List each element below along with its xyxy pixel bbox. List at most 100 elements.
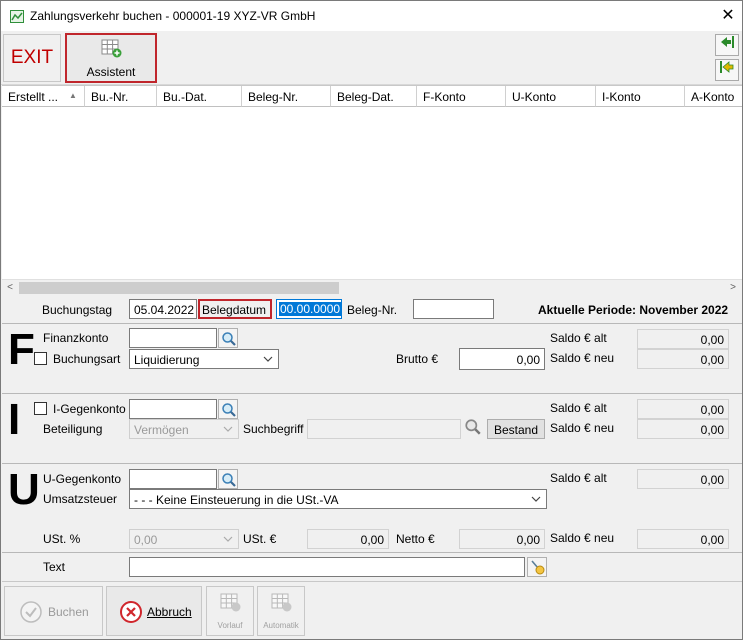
- column-header-bu-dat[interactable]: Bu.-Dat.: [157, 86, 242, 107]
- belegnr-field[interactable]: [413, 299, 494, 319]
- arrow-left-bar-icon: [719, 61, 735, 78]
- ust-pct-select: 0,00: [129, 529, 239, 549]
- arrow-left-bar-icon: [719, 36, 735, 53]
- i-gegenkonto-label: I-Gegenkonto: [53, 402, 126, 416]
- scroll-thumb[interactable]: [19, 282, 339, 294]
- column-header-i-konto[interactable]: I-Konto: [596, 86, 685, 107]
- buchungsart-checkbox[interactable]: [34, 352, 47, 365]
- buchungsart-label: Buchungsart: [53, 352, 121, 366]
- u-saldo-alt-field: 0,00: [637, 469, 729, 489]
- i-saldo-alt-label: Saldo € alt: [550, 401, 607, 415]
- magnifier-icon: [222, 332, 236, 346]
- abbruch-label: Abbruch: [147, 605, 192, 619]
- buchungstag-label: Buchungstag: [42, 303, 113, 317]
- separator: [2, 393, 742, 394]
- bottom-bar: Buchen Abbruch Vorlauf Automatik: [2, 581, 742, 639]
- beteiligung-select: Vermögen: [129, 419, 239, 439]
- ust-eur-field: 0,00: [307, 529, 389, 549]
- scroll-left-icon[interactable]: <: [3, 281, 17, 295]
- section-u-letter: U: [8, 465, 40, 514]
- separator: [2, 463, 742, 464]
- u-saldo-neu-label: Saldo € neu: [550, 531, 615, 545]
- column-header-f-konto[interactable]: F-Konto: [417, 86, 506, 107]
- lookup-icon: [531, 560, 545, 575]
- grid-plus-icon: [271, 593, 292, 612]
- column-header-erstellt[interactable]: Erstellt ... ▲: [2, 86, 85, 107]
- bestand-button[interactable]: Bestand: [487, 419, 545, 439]
- close-icon[interactable]: ✕: [719, 7, 737, 25]
- abbruch-button[interactable]: Abbruch: [106, 586, 202, 636]
- finanzkonto-search-button[interactable]: [218, 328, 238, 348]
- ust-eur-label: USt. €: [243, 532, 277, 546]
- horizontal-scrollbar[interactable]: < >: [2, 279, 742, 296]
- u-saldo-neu-field: 0,00: [637, 529, 729, 549]
- period-text: Aktuelle Periode: November 2022: [538, 303, 729, 317]
- chevron-down-icon: [223, 426, 233, 432]
- title-bar: Zahlungsverkehr buchen - 000001-19 XYZ-V…: [1, 1, 742, 31]
- toolbar: EXIT Assistent: [1, 31, 742, 85]
- f-saldo-neu-label: Saldo € neu: [550, 351, 615, 365]
- sort-asc-icon: ▲: [69, 91, 77, 100]
- i-gegenkonto-field[interactable]: [129, 399, 217, 419]
- chevron-down-icon: [263, 356, 273, 362]
- brutto-label: Brutto €: [396, 352, 439, 366]
- u-gegenkonto-search-button[interactable]: [218, 469, 238, 489]
- vorlauf-label: Vorlauf: [217, 621, 243, 630]
- suchbegriff-field: [307, 419, 461, 439]
- automatik-button: Automatik: [257, 586, 305, 636]
- column-header-beleg-dat[interactable]: Beleg-Dat.: [331, 86, 417, 107]
- column-header-bu-nr[interactable]: Bu.-Nr.: [85, 86, 157, 107]
- bookings-grid[interactable]: Erstellt ... ▲ Bu.-Nr. Bu.-Dat. Beleg-Nr…: [2, 85, 742, 279]
- buchungsart-select[interactable]: Liquidierung: [129, 349, 279, 369]
- finanzkonto-label: Finanzkonto: [43, 331, 109, 345]
- ust-pct-label: USt. %: [43, 532, 81, 546]
- separator: [2, 552, 742, 553]
- f-saldo-alt-field: 0,00: [637, 329, 729, 349]
- column-header-u-konto[interactable]: U-Konto: [506, 86, 596, 107]
- suchbegriff-search-button[interactable]: [464, 418, 484, 438]
- belegdatum-value: 00.00.0000: [279, 302, 342, 316]
- f-saldo-alt-label: Saldo € alt: [550, 331, 607, 345]
- main-window: Zahlungsverkehr buchen - 000001-19 XYZ-V…: [0, 0, 743, 640]
- nav-first-button[interactable]: [715, 34, 739, 56]
- umsatzsteuer-select[interactable]: - - - Keine Einsteuerung in die USt.-VA: [129, 489, 547, 509]
- buchungstag-field[interactable]: 05.04.2022: [129, 299, 197, 319]
- column-header-a-konto[interactable]: A-Konto: [685, 86, 742, 107]
- magnifier-icon: [222, 403, 236, 417]
- separator: [2, 323, 742, 324]
- i-gegenkonto-checkbox[interactable]: [34, 402, 47, 415]
- i-saldo-alt-field: 0,00: [637, 399, 729, 419]
- check-circle-icon: [20, 601, 42, 623]
- buchen-button: Buchen: [4, 586, 103, 636]
- scroll-right-icon[interactable]: >: [726, 281, 740, 295]
- chevron-down-icon: [531, 496, 541, 502]
- i-saldo-neu-field: 0,00: [637, 419, 729, 439]
- assistant-label: Assistent: [86, 65, 136, 79]
- text-label: Text: [43, 560, 66, 574]
- belegnr-label: Beleg-Nr.: [347, 303, 398, 317]
- belegdatum-field[interactable]: 00.00.0000: [276, 299, 342, 319]
- magnifier-icon: [222, 473, 236, 487]
- netto-label: Netto €: [396, 532, 435, 546]
- text-field[interactable]: [129, 557, 525, 577]
- vorlauf-button: Vorlauf: [206, 586, 254, 636]
- section-f-letter: F: [8, 325, 35, 374]
- cancel-circle-icon: [120, 601, 142, 623]
- grid-plus-icon: [101, 39, 122, 58]
- i-gegenkonto-search-button[interactable]: [218, 399, 238, 419]
- window-title: Zahlungsverkehr buchen - 000001-19 XYZ-V…: [30, 9, 316, 23]
- assistant-button[interactable]: Assistent: [65, 33, 157, 83]
- i-saldo-neu-label: Saldo € neu: [550, 421, 615, 435]
- section-i-letter: I: [8, 395, 21, 444]
- text-lookup-button[interactable]: [527, 557, 547, 577]
- nav-last-button[interactable]: [715, 59, 739, 81]
- u-saldo-alt-label: Saldo € alt: [550, 471, 607, 485]
- u-gegenkonto-label: U-Gegenkonto: [43, 472, 122, 486]
- u-gegenkonto-field[interactable]: [129, 469, 217, 489]
- column-header-beleg-nr[interactable]: Beleg-Nr.: [242, 86, 331, 107]
- brutto-field[interactable]: 0,00: [459, 348, 545, 370]
- exit-button[interactable]: EXIT: [3, 34, 61, 82]
- belegdatum-label: Belegdatum: [198, 299, 272, 319]
- beteiligung-label: Beteiligung: [43, 422, 103, 436]
- finanzkonto-field[interactable]: [129, 328, 217, 348]
